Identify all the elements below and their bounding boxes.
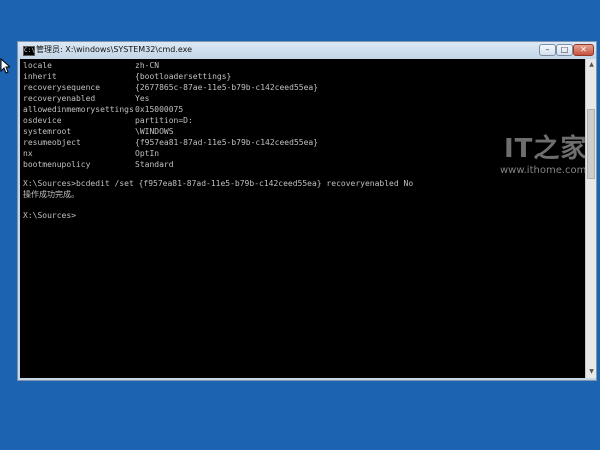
- command-line: X:\Sources>bcdedit /set {f957ea81-87ad-1…: [23, 179, 414, 188]
- scrollbar-thumb[interactable]: [587, 109, 595, 179]
- title-bar[interactable]: C:\ 管理员: X:\windows\SYSTEM32\cmd.exe – □…: [18, 42, 596, 59]
- command-prompt[interactable]: X:\Sources>: [23, 210, 76, 221]
- minimize-button[interactable]: –: [539, 44, 556, 56]
- command-result: 操作成功完成。: [23, 190, 79, 199]
- console-line: recoveryenabled Yes: [23, 94, 150, 103]
- console-line: locale zh-CN: [23, 61, 160, 70]
- maximize-button[interactable]: □: [556, 44, 573, 56]
- watermark: IT之家 www.ithome.com: [500, 128, 585, 178]
- vertical-scrollbar[interactable]: ▲ ▼: [585, 59, 596, 378]
- close-button[interactable]: ✕: [573, 44, 594, 56]
- console-line: osdevice partition=D:: [23, 116, 193, 125]
- console-line: recoverysequence {2677865c-87ae-11e5-b79b…: [23, 83, 319, 92]
- cmd-window[interactable]: C:\ 管理员: X:\windows\SYSTEM32\cmd.exe – □…: [17, 41, 597, 381]
- console-line: allowedinmemorysettings 0x15000075: [23, 105, 184, 114]
- scroll-down-arrow-icon[interactable]: ▼: [587, 367, 596, 377]
- console-output[interactable]: locale zh-CN inherit {bootloadersettings} …: [20, 59, 585, 378]
- console-line: nx OptIn: [23, 149, 160, 158]
- watermark-url: www.ithome.com: [500, 165, 585, 176]
- console-line: inherit {bootloadersettings}: [23, 72, 232, 81]
- console-line: resumeobject {f957ea81-87ad-11e5-b79b-c14…: [23, 138, 319, 147]
- cmd-app-icon: C:\: [23, 46, 35, 56]
- mouse-pointer-icon: [0, 58, 10, 74]
- console-line: bootmenupolicy Standard: [23, 160, 174, 169]
- scroll-up-arrow-icon[interactable]: ▲: [587, 60, 596, 70]
- watermark-logo: IT之家: [504, 134, 585, 164]
- window-title: 管理员: X:\windows\SYSTEM32\cmd.exe: [36, 45, 193, 54]
- console-line: systemroot \WINDOWS: [23, 127, 174, 136]
